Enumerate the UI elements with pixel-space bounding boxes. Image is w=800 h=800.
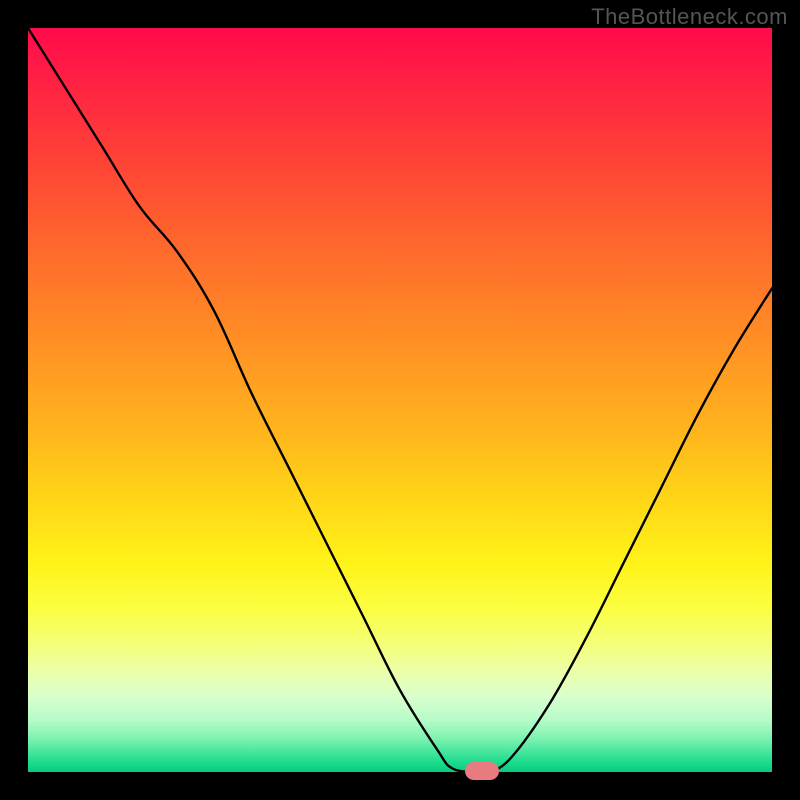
optimal-marker [465, 762, 499, 780]
watermark-text: TheBottleneck.com [591, 4, 788, 30]
bottleneck-curve [28, 28, 772, 772]
plot-area [28, 28, 772, 772]
chart-frame: TheBottleneck.com [0, 0, 800, 800]
